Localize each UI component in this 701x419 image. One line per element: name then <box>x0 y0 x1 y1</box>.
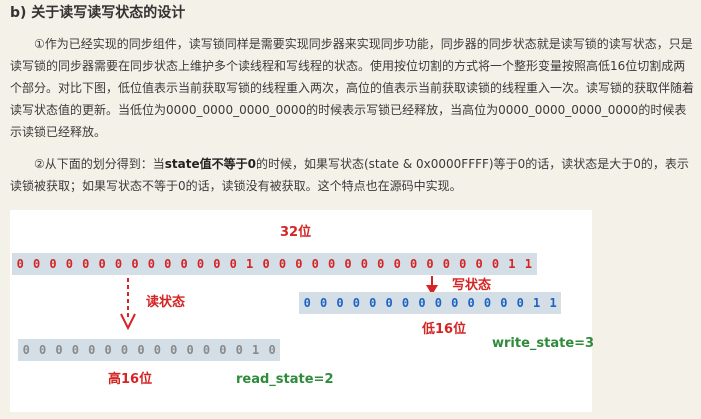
bit-cell: 0 <box>120 343 129 357</box>
bit-cell: 0 <box>196 257 205 271</box>
bit-cell: 0 <box>55 343 63 357</box>
bit-cell: 0 <box>16 257 24 271</box>
label-high-16: 高16位 <box>108 372 153 387</box>
label-write-state: 写状态 <box>452 278 492 293</box>
paragraph-1: ①作为已经实现的同步组件，读写锁同样是需要实现同步器来实现同步功能，同步器的同步… <box>10 37 695 139</box>
bit-cell: 0 <box>170 343 178 357</box>
bit-cell: 0 <box>295 257 303 271</box>
bit-cell: 0 <box>459 257 467 271</box>
bit-cell: 0 <box>352 296 360 310</box>
bit-cell: 0 <box>22 343 30 357</box>
bits-high-16-row: 0000000000000010 <box>18 339 281 361</box>
write-state-value: write_state=3 <box>492 336 595 351</box>
bit-cell: 1 <box>508 257 516 271</box>
bit-cell: 0 <box>377 257 385 271</box>
bit-cell: 0 <box>32 257 41 271</box>
bit-cell: 0 <box>235 343 243 357</box>
bit-cell: 0 <box>319 296 328 310</box>
bit-cell: 0 <box>500 296 508 310</box>
label-32-bits: 32位 <box>280 225 312 240</box>
bit-cell: 0 <box>344 257 352 271</box>
bit-split-diagram: 32位 00000000000000100000000000000011 读状态… <box>10 210 595 412</box>
bit-cell: 0 <box>401 296 410 310</box>
bit-cell: 1 <box>533 296 541 310</box>
bit-cell: 0 <box>98 257 106 271</box>
label-read-state: 读状态 <box>146 295 186 310</box>
bit-cell: 0 <box>336 296 344 310</box>
bit-cell: 0 <box>303 296 311 310</box>
bit-cell: 0 <box>71 343 79 357</box>
bit-cell: 0 <box>88 343 96 357</box>
bit-cell: 0 <box>418 296 426 310</box>
bit-cell: 0 <box>268 343 276 357</box>
bit-cell: 0 <box>114 257 123 271</box>
bit-cell: 0 <box>82 257 90 271</box>
bit-cell: 0 <box>153 343 161 357</box>
paragraph-2-bold: state值不等于0 <box>164 157 256 171</box>
bit-cell: 0 <box>180 257 188 271</box>
read-state-value: read_state=2 <box>236 372 334 387</box>
bit-cell: 1 <box>246 257 254 271</box>
bit-cell: 0 <box>147 257 155 271</box>
bit-cell: 0 <box>137 343 145 357</box>
bits-32-row: 00000000000000100000000000000011 <box>12 253 537 275</box>
bit-cell: 0 <box>409 257 418 271</box>
bit-cell: 0 <box>385 296 393 310</box>
bit-cell: 0 <box>186 343 194 357</box>
bit-cell: 1 <box>524 257 532 271</box>
bit-cell: 0 <box>278 257 287 271</box>
read-arrow-icon <box>120 278 136 330</box>
bit-cell: 0 <box>202 343 211 357</box>
bit-cell: 0 <box>164 257 172 271</box>
bit-cell: 0 <box>451 296 459 310</box>
bit-cell: 0 <box>491 257 500 271</box>
bit-cell: 1 <box>252 343 260 357</box>
label-low-16: 低16位 <box>422 322 467 337</box>
bit-cell: 0 <box>262 257 270 271</box>
bit-cell: 0 <box>475 257 483 271</box>
bit-cell: 0 <box>516 296 524 310</box>
paragraph-2-text-start: ②从下面的划分得到：当 <box>34 157 165 171</box>
bit-cell: 0 <box>393 257 401 271</box>
bit-cell: 0 <box>467 296 475 310</box>
bit-cell: 0 <box>360 257 369 271</box>
section-heading: b) 关于读写读写状态的设计 <box>10 5 186 21</box>
bits-low-16-row: 0000000000000011 <box>299 292 562 314</box>
bit-cell: 0 <box>442 257 450 271</box>
bit-cell: 0 <box>131 257 139 271</box>
bit-cell: 0 <box>229 257 237 271</box>
bit-cell: 0 <box>483 296 492 310</box>
bit-cell: 1 <box>549 296 557 310</box>
bit-cell: 0 <box>65 257 73 271</box>
bit-cell: 0 <box>311 257 319 271</box>
bit-cell: 0 <box>49 257 57 271</box>
bit-cell: 0 <box>38 343 47 357</box>
paragraph-2: ②从下面的划分得到：当state值不等于0的时候，如果写状态(state & 0… <box>10 153 696 197</box>
bit-cell: 0 <box>434 296 442 310</box>
bit-cell: 0 <box>426 257 434 271</box>
bit-cell: 0 <box>219 343 227 357</box>
bit-cell: 0 <box>369 296 377 310</box>
bit-cell: 0 <box>104 343 112 357</box>
bit-cell: 0 <box>328 257 336 271</box>
bit-cell: 0 <box>213 257 221 271</box>
